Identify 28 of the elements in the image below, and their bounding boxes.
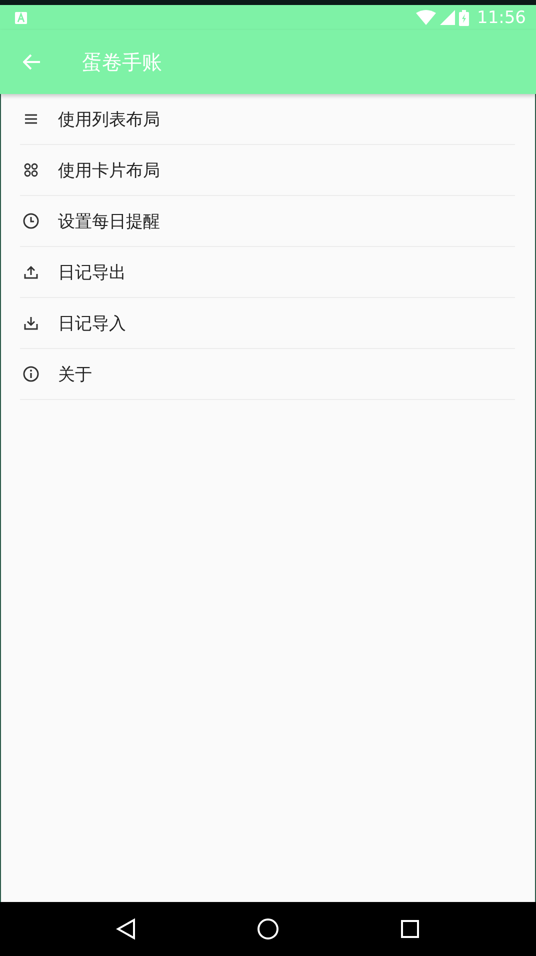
wifi-icon <box>416 10 436 25</box>
menu-label: 设置每日提醒 <box>58 210 160 232</box>
menu-label: 使用列表布局 <box>58 108 160 130</box>
download-icon <box>23 316 39 330</box>
menu-label: 关于 <box>58 364 92 386</box>
menu-item[interactable]: 使用列表布局 <box>20 94 515 145</box>
battery-icon <box>459 10 469 26</box>
menu-item[interactable]: 日记导出 <box>20 247 515 298</box>
menu-label: 使用卡片布局 <box>58 160 160 182</box>
menu-item[interactable]: 关于 <box>20 349 515 400</box>
menu-item[interactable]: 设置每日提醒 <box>20 196 515 247</box>
signal-icon <box>440 10 455 25</box>
clock-icon <box>23 213 39 229</box>
grid-icon <box>23 163 39 177</box>
app-title: 蛋卷手账 <box>82 48 162 76</box>
status-time: 11:56 <box>477 8 526 28</box>
upload-icon <box>23 266 39 278</box>
triangle-icon <box>116 918 136 940</box>
notification-icon <box>15 12 27 24</box>
menu-item[interactable]: 日记导入 <box>20 298 515 349</box>
square-icon <box>400 919 420 939</box>
circle-icon <box>256 918 279 940</box>
menu-label: 日记导入 <box>58 312 126 334</box>
menu-item[interactable]: 使用卡片布局 <box>20 145 515 196</box>
back-arrow-icon <box>23 54 41 70</box>
menu-icon <box>23 114 39 124</box>
info-icon <box>23 366 39 382</box>
menu-label: 日记导出 <box>58 262 126 284</box>
